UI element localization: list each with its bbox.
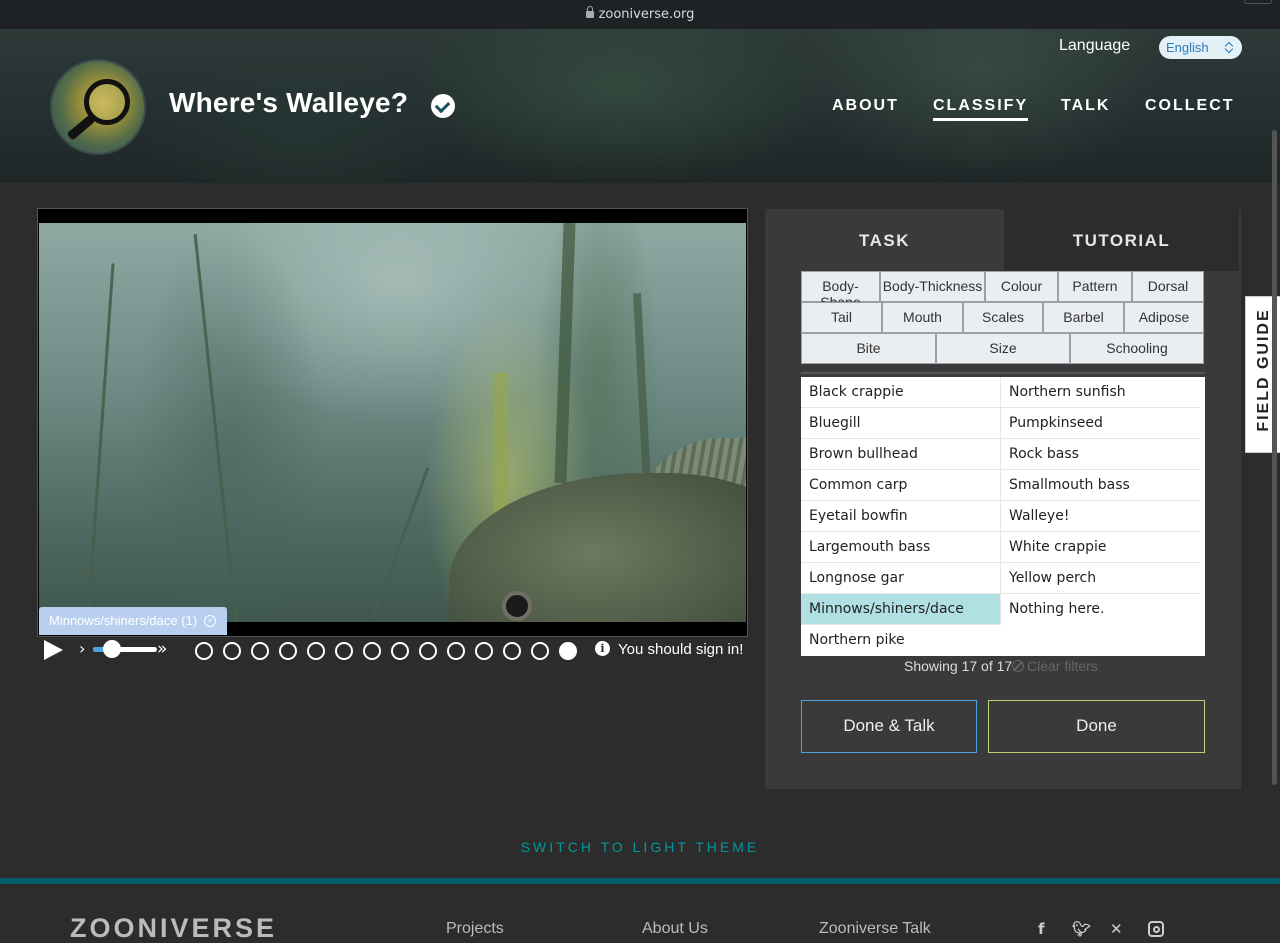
frame-dot[interactable] — [363, 642, 381, 660]
filter-body-thickness[interactable]: Body-Thickness — [880, 271, 985, 302]
selected-species-tag[interactable]: Minnows/shiners/dace (1) × — [39, 607, 228, 635]
playback-speed-handle[interactable] — [103, 640, 122, 658]
frame-dot[interactable] — [503, 642, 521, 660]
filter-tail[interactable]: Tail — [801, 302, 882, 333]
frame-dot[interactable] — [251, 642, 269, 660]
species-pumpkinseed[interactable]: Pumpkinseed — [1001, 408, 1200, 439]
filter-row-3: Bite Size Schooling — [801, 333, 1204, 364]
sign-in-notice: You should sign in! — [618, 641, 744, 658]
species-eyetail-bowfin[interactable]: Eyetail bowfin — [801, 501, 1000, 532]
filter-schooling[interactable]: Schooling — [1070, 333, 1204, 364]
species-longnose-gar[interactable]: Longnose gar — [801, 563, 1000, 594]
species-white-crappie[interactable]: White crappie — [1001, 532, 1200, 563]
filter-pattern[interactable]: Pattern — [1058, 271, 1132, 302]
filter-bite[interactable]: Bite — [801, 333, 936, 364]
browser-tab-overview-icon[interactable] — [1244, 0, 1272, 4]
switch-theme-link[interactable]: SWITCH TO LIGHT THEME — [0, 839, 1280, 855]
language-select[interactable]: English — [1159, 36, 1242, 59]
lock-icon — [585, 6, 594, 18]
frame-scrubber — [195, 642, 577, 660]
address-url[interactable]: zooniverse.org — [0, 6, 1280, 22]
footer-link-about-us[interactable]: About Us — [642, 920, 708, 938]
select-arrows-icon — [1225, 41, 1233, 53]
filter-row-2: Tail Mouth Scales Barbel Adipose — [801, 302, 1204, 333]
frame-dot[interactable] — [391, 642, 409, 660]
project-avatar[interactable] — [50, 59, 146, 155]
slow-icon: › — [79, 639, 86, 658]
species-smallmouth-bass[interactable]: Smallmouth bass — [1001, 470, 1200, 501]
frame-dot[interactable] — [195, 642, 213, 660]
footer-link-talk[interactable]: Zooniverse Talk — [819, 920, 931, 938]
language-label: Language — [1059, 37, 1131, 54]
filter-adipose[interactable]: Adipose — [1124, 302, 1204, 333]
frame-dot[interactable] — [279, 642, 297, 660]
tab-task[interactable]: TASK — [765, 209, 1004, 271]
play-icon[interactable] — [44, 640, 63, 660]
species-yellow-perch[interactable]: Yellow perch — [1001, 563, 1200, 594]
filter-colour[interactable]: Colour — [985, 271, 1058, 302]
browser-address-bar: zooniverse.org — [0, 0, 1280, 29]
video-controls: › » i You should sign in! — [37, 637, 748, 663]
species-rock-bass[interactable]: Rock bass — [1001, 439, 1200, 470]
remove-tag-icon[interactable]: × — [204, 615, 217, 627]
species-list: Black crappie Bluegill Brown bullhead Co… — [801, 377, 1205, 656]
twitter-icon[interactable]: 🐦︎ — [1072, 920, 1091, 938]
frame-dot[interactable] — [559, 642, 577, 660]
species-nothing-here[interactable]: Nothing here. — [1001, 594, 1200, 625]
filter-dorsal[interactable]: Dorsal — [1132, 271, 1204, 302]
clear-filters-button[interactable]: Clear filters — [1012, 658, 1098, 674]
frame-dot[interactable] — [475, 642, 493, 660]
done-and-talk-button[interactable]: Done & Talk — [801, 700, 977, 753]
filter-barbel[interactable]: Barbel — [1043, 302, 1124, 333]
instagram-icon[interactable] — [1148, 921, 1164, 937]
fast-icon: » — [157, 639, 168, 659]
species-largemouth-bass[interactable]: Largemouth bass — [801, 532, 1000, 563]
frame-dot[interactable] — [419, 642, 437, 660]
filter-size[interactable]: Size — [936, 333, 1070, 364]
info-icon[interactable]: i — [595, 641, 610, 656]
frame-dot[interactable] — [335, 642, 353, 660]
filter-row-1: Body-Shape Body-Thickness Colour Pattern… — [801, 271, 1204, 310]
frame-dot[interactable] — [223, 642, 241, 660]
bluesky-icon[interactable]: ✕ — [1110, 920, 1123, 938]
filter-body-shape[interactable]: Body-Shape — [801, 271, 880, 310]
project-header: Where's Walleye? Language English ABOUT … — [0, 29, 1280, 183]
subject-viewer — [37, 208, 748, 637]
filter-mouth[interactable]: Mouth — [882, 302, 963, 333]
species-bluegill[interactable]: Bluegill — [801, 408, 1000, 439]
frame-dot[interactable] — [447, 642, 465, 660]
nav-collect[interactable]: COLLECT — [1145, 97, 1235, 115]
filter-scales[interactable]: Scales — [963, 302, 1043, 333]
species-northern-pike[interactable]: Northern pike — [801, 625, 1000, 656]
species-minnows-shiners-dace[interactable]: Minnows/shiners/dace — [801, 594, 1000, 625]
language-value: English — [1166, 40, 1209, 55]
species-brown-bullhead[interactable]: Brown bullhead — [801, 439, 1000, 470]
verified-check-icon — [431, 94, 455, 118]
tab-tutorial[interactable]: TUTORIAL — [1004, 209, 1239, 271]
zooniverse-logo[interactable]: ZOONIVERSE — [70, 913, 277, 943]
facebook-icon[interactable]: f — [1038, 920, 1045, 938]
species-common-carp[interactable]: Common carp — [801, 470, 1000, 501]
species-northern-sunfish[interactable]: Northern sunfish — [1001, 377, 1200, 408]
nav-classify[interactable]: CLASSIFY — [933, 97, 1029, 121]
page-scrollbar[interactable] — [1272, 130, 1277, 785]
subject-video[interactable] — [39, 223, 746, 622]
project-title[interactable]: Where's Walleye? — [169, 87, 408, 119]
clear-icon — [1012, 660, 1024, 672]
task-panel: TASK TUTORIAL Body-Shape Body-Thickness … — [765, 209, 1241, 789]
filter-divider — [801, 372, 1205, 374]
showing-count: Showing 17 of 17 — [904, 658, 1013, 674]
task-tabs: TASK TUTORIAL — [765, 209, 1239, 271]
nav-talk[interactable]: TALK — [1061, 97, 1110, 115]
nav-about[interactable]: ABOUT — [832, 97, 899, 115]
frame-dot[interactable] — [531, 642, 549, 660]
frame-dot[interactable] — [307, 642, 325, 660]
done-button[interactable]: Done — [988, 700, 1205, 753]
species-walleye[interactable]: Walleye! — [1001, 501, 1200, 532]
footer: ZOONIVERSE Projects About Us Zooniverse … — [0, 884, 1280, 943]
footer-link-projects[interactable]: Projects — [446, 920, 504, 938]
species-black-crappie[interactable]: Black crappie — [801, 377, 1000, 408]
